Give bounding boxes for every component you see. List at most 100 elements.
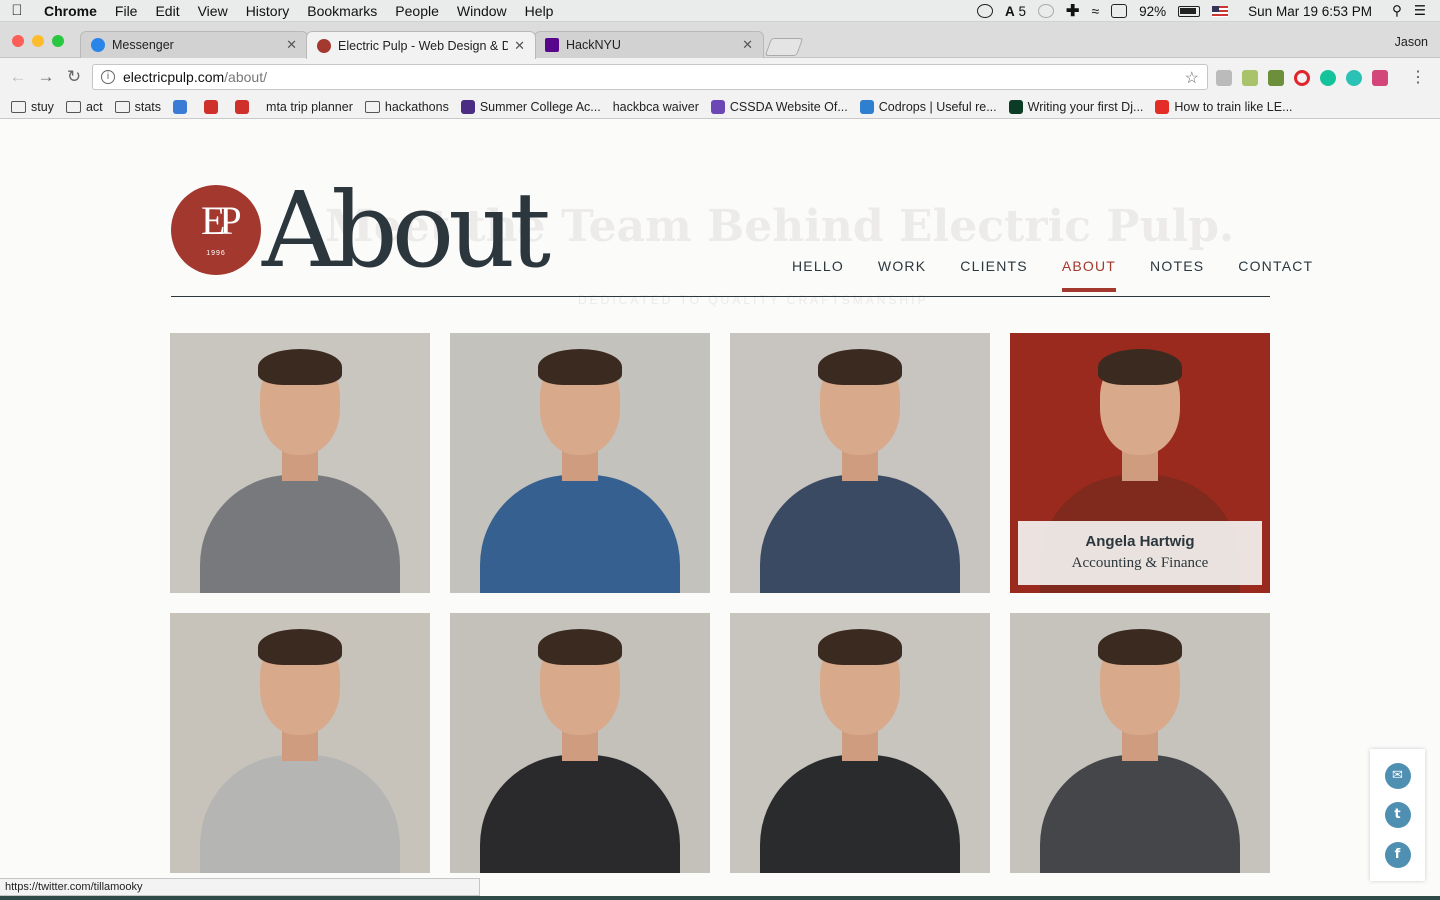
team-member-photo[interactable] [450, 333, 710, 593]
bookmark-8[interactable]: Summer College Ac... [460, 99, 601, 114]
page-content: Meet the Team Behind Electric Pulp. DEDI… [0, 119, 1440, 900]
youtube-icon [1155, 99, 1170, 114]
extension-a-icon[interactable] [1216, 70, 1232, 86]
apple-menu-icon[interactable]:  [0, 2, 34, 19]
tab-title: Messenger [112, 38, 174, 52]
team-member-shirt [1040, 755, 1240, 873]
team-member-photo[interactable] [170, 333, 430, 593]
clock[interactable]: Sun Mar 19 6:53 PM [1248, 4, 1372, 19]
site-info-icon[interactable]: i [101, 70, 115, 84]
bookmark-1[interactable]: act [65, 100, 103, 114]
nav-clients[interactable]: CLIENTS [960, 258, 1028, 274]
grammarly-icon[interactable] [1320, 70, 1336, 86]
folder-icon [65, 100, 81, 113]
menu-bookmarks[interactable]: Bookmarks [298, 3, 386, 19]
team-member-photo[interactable]: Angela Hartwig Accounting & Finance [1010, 333, 1270, 593]
bookmark-label: stats [134, 99, 162, 114]
electric-pulp-logo[interactable]: EP 1996 [171, 185, 261, 275]
nav-contact[interactable]: CONTACT [1238, 258, 1313, 274]
team-member-hair [538, 349, 622, 385]
team-member-photo[interactable] [730, 613, 990, 873]
codrops-icon [859, 99, 874, 114]
team-member-photo[interactable] [450, 613, 710, 873]
bookmark-11[interactable]: Codrops | Useful re... [859, 99, 997, 114]
wifi-icon[interactable]: ≈ [1091, 3, 1099, 19]
plus-icon[interactable]: ✚ [1066, 1, 1079, 21]
close-window-button[interactable] [12, 35, 24, 47]
bookmark-12[interactable]: Writing your first Dj... [1008, 99, 1143, 114]
nav-hello[interactable]: HELLO [792, 258, 844, 274]
bookmark-2[interactable]: stats [114, 99, 162, 114]
adobe-icon[interactable]: A 5 [1005, 4, 1026, 19]
bookmark-5[interactable] [235, 99, 254, 114]
nav-about[interactable]: ABOUT [1061, 258, 1117, 292]
team-member-caption: Angela Hartwig Accounting & Finance [1018, 521, 1262, 585]
back-arrow-icon[interactable]: ← [4, 67, 32, 87]
menu-people[interactable]: People [386, 3, 448, 19]
bookmark-6[interactable]: mta trip planner [0, 99, 353, 227]
bookmark-4[interactable] [204, 99, 223, 114]
battery-icon[interactable] [1178, 5, 1201, 17]
close-tab-icon[interactable]: ✕ [286, 37, 297, 53]
reload-icon[interactable]: ↻ [60, 67, 88, 87]
address-bar[interactable]: i electricpulp.com/about/ ☆ [92, 64, 1208, 90]
menu-file[interactable]: File [106, 3, 147, 19]
tab-title: HackNYU [566, 38, 621, 52]
chart-icon [235, 99, 250, 114]
bookmark-13[interactable]: How to train like LE... [1155, 99, 1293, 114]
mercury-icon[interactable] [1346, 70, 1362, 86]
team-member-hair [1098, 349, 1182, 385]
team-member-hair [818, 349, 902, 385]
new-tab-button[interactable] [764, 38, 804, 56]
opera-icon[interactable] [1294, 70, 1310, 86]
app-menu[interactable]: Chrome [34, 3, 106, 19]
sync-icon[interactable] [1038, 4, 1055, 18]
menu-history[interactable]: History [237, 3, 299, 19]
bookmark-10[interactable]: CSSDA Website Of... [710, 99, 848, 114]
forward-arrow-icon[interactable]: → [32, 67, 60, 87]
team-member-photo[interactable] [1010, 613, 1270, 873]
bookmark-3[interactable] [173, 99, 192, 114]
team-member-photo[interactable] [170, 613, 430, 873]
spotlight-search-icon[interactable]: ⚲ [1392, 3, 1402, 19]
us-flag-icon[interactable] [1212, 5, 1229, 17]
nav-work[interactable]: WORK [878, 258, 926, 274]
zoom-window-button[interactable] [52, 35, 64, 47]
bookmark-9[interactable]: hackbca waiver [0, 100, 699, 227]
minimize-window-button[interactable] [32, 35, 44, 47]
close-tab-icon[interactable]: ✕ [514, 38, 525, 54]
tab-electric-pulp[interactable]: Electric Pulp - Web Design & D ✕ [306, 31, 536, 59]
tab-messenger[interactable]: Messenger ✕ [80, 31, 308, 58]
facebook-icon[interactable]: f [1384, 841, 1411, 868]
team-member-photo[interactable] [730, 333, 990, 593]
airplay-icon[interactable] [1111, 4, 1128, 18]
bookmark-label: Summer College Ac... [479, 99, 601, 114]
menu-edit[interactable]: Edit [146, 3, 188, 19]
team-member-shirt [480, 755, 680, 873]
team-member-shirt [760, 475, 960, 593]
globe-icon [173, 99, 188, 114]
menu-help[interactable]: Help [516, 3, 563, 19]
team-member-hair [258, 349, 342, 385]
do-not-disturb-icon[interactable] [977, 4, 994, 18]
close-tab-icon[interactable]: ✕ [742, 37, 753, 53]
twitter-icon[interactable]: t [1384, 802, 1411, 828]
extension-block-icon[interactable] [1268, 70, 1284, 86]
bookmark-0[interactable]: stuy [11, 100, 54, 114]
menu-view[interactable]: View [189, 3, 237, 19]
mail-icon[interactable]: ✉ [1384, 762, 1411, 789]
team-member-shirt [480, 475, 680, 593]
menu-window[interactable]: Window [448, 3, 516, 19]
notification-center-icon[interactable]: ☰ [1414, 3, 1426, 19]
bookmark-star-icon[interactable]: ☆ [1185, 68, 1199, 88]
nav-notes[interactable]: NOTES [1150, 258, 1204, 274]
profile-name[interactable]: Jason [1395, 35, 1428, 49]
extension-leaf-icon[interactable] [1242, 70, 1258, 86]
team-member-hair [1098, 629, 1182, 665]
tab-hacknyu[interactable]: HackNYU ✕ [534, 31, 764, 58]
extension-image-icon[interactable] [1372, 70, 1388, 86]
bookmark-label: mta trip planner [266, 99, 353, 114]
main-nav: HELLO WORK CLIENTS ABOUT NOTES CONTACT [792, 258, 1313, 292]
chrome-menu-icon[interactable]: ⋮ [1410, 67, 1426, 87]
bookmark-7[interactable]: hackathons [364, 100, 449, 114]
